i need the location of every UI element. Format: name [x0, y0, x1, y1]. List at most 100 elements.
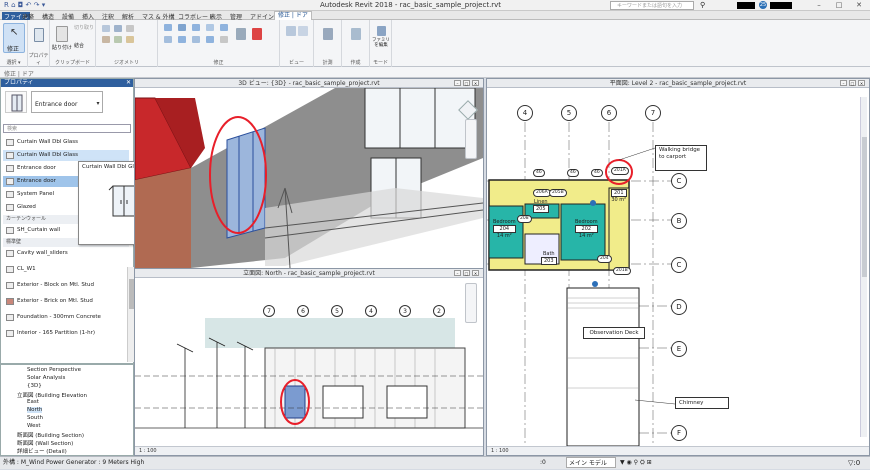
scrollbar[interactable] [127, 267, 134, 362]
cut-geometry-icon[interactable] [114, 25, 122, 32]
browser-item[interactable]: {3D} [27, 383, 42, 389]
pin-icon[interactable] [236, 28, 246, 40]
grid-bubble[interactable]: F [671, 425, 687, 441]
paint-icon[interactable] [126, 36, 134, 43]
door-tag[interactable]: 46 [567, 169, 579, 177]
maximize-icon[interactable]: □ [463, 80, 470, 86]
grid-bubble[interactable]: D [671, 299, 687, 315]
split-face-icon[interactable] [114, 36, 122, 43]
type-list-item[interactable]: CL_W1 [3, 264, 129, 275]
door-tag[interactable]: 204 [597, 255, 612, 263]
split-icon[interactable] [220, 24, 228, 31]
copy-icon[interactable] [178, 36, 186, 43]
mirror-icon[interactable] [192, 24, 200, 31]
door-tag[interactable]: 205B [549, 189, 567, 197]
search-icon[interactable]: ⚲ [700, 1, 705, 9]
trim-icon[interactable] [206, 36, 214, 43]
note-walking-bridge[interactable]: Walking bridge to carport [655, 145, 707, 171]
browser-item[interactable]: North [27, 407, 43, 413]
filter-count-icon[interactable]: ▽:0 [848, 457, 860, 469]
join-geometry-icon[interactable] [102, 36, 110, 43]
close-icon[interactable]: ✕ [472, 270, 479, 276]
grid-bubble[interactable]: 4 [517, 105, 533, 121]
grid-bubble[interactable]: B [671, 213, 687, 229]
align-icon[interactable] [164, 24, 172, 31]
delete-icon[interactable] [252, 28, 262, 40]
rotate-icon[interactable] [192, 36, 200, 43]
array-icon[interactable] [220, 36, 228, 43]
close-icon[interactable]: ✕ [472, 80, 479, 86]
grid-bubble[interactable]: 5 [561, 105, 577, 121]
override-icon[interactable] [298, 26, 308, 36]
view-3d[interactable]: 3D ビュー: {3D} - rac_basic_sample_project.… [134, 78, 484, 268]
cope-icon[interactable] [102, 25, 110, 32]
scrollbar[interactable] [860, 97, 867, 437]
grid-bubble[interactable]: 2 [433, 305, 445, 317]
minimize-icon[interactable]: – [810, 0, 828, 10]
browser-item[interactable]: Solar Analysis [27, 375, 65, 381]
browser-item[interactable]: West [27, 423, 41, 429]
grid-bubble[interactable]: 7 [645, 105, 661, 121]
type-list-item[interactable]: Foundation - 300mm Concrete [3, 312, 129, 323]
door-tag[interactable]: 208 [517, 215, 532, 223]
create-group-icon[interactable] [351, 28, 361, 40]
mirror-draw-icon[interactable] [206, 24, 214, 31]
note-observation-deck[interactable]: Observation Deck [583, 327, 645, 339]
hide-icon[interactable] [286, 26, 296, 36]
offset-icon[interactable] [178, 24, 186, 31]
type-list-item[interactable]: Interior - 165 Partition (1-hr) [3, 328, 129, 339]
grid-bubble[interactable]: 7 [263, 305, 275, 317]
main-model-select[interactable]: メイン モデル [566, 457, 616, 468]
type-filter-input[interactable]: 検索 [3, 124, 131, 133]
grid-bubble[interactable]: E [671, 341, 687, 357]
measure-icon[interactable] [323, 28, 333, 40]
room-tag[interactable]: Linen 205 [533, 199, 549, 213]
grid-bubble[interactable]: 6 [297, 305, 309, 317]
maximize-icon[interactable]: □ [463, 270, 470, 276]
browser-item[interactable]: 断面図 (Wall Section) [17, 439, 73, 447]
note-chimney[interactable]: Chimney [675, 397, 729, 409]
door-tag[interactable]: 201B [613, 267, 631, 275]
room-tag[interactable]: Bedroom 204 14 m² [493, 219, 516, 239]
chevron-down-icon[interactable]: ▾ [93, 97, 103, 111]
browser-item[interactable]: 立面図 (Building Elevation [17, 391, 87, 399]
type-list-item[interactable]: Curtain Wall Dbl Glass [3, 137, 129, 148]
browser-item[interactable]: East [27, 399, 39, 405]
browser-item[interactable]: 詳細ビュー (Detail) [17, 447, 67, 455]
paste-icon[interactable] [56, 26, 68, 42]
view-plan[interactable]: 平面図: Level 2 - rac_basic_sample_project.… [486, 78, 870, 456]
door-tag[interactable]: 46 [591, 169, 603, 177]
minimize-icon[interactable]: – [454, 270, 461, 276]
modify-button[interactable]: ↖ 修正 [3, 23, 25, 53]
grid-bubble[interactable]: 4 [365, 305, 377, 317]
grid-bubble[interactable]: 3 [399, 305, 411, 317]
search-input[interactable]: キーワードまたは語句を入力 [610, 1, 694, 10]
quick-access-toolbar[interactable]: R ⌂ ◘ ↶ ↷ ▾ [4, 1, 45, 9]
browser-item[interactable]: Section Perspective [27, 367, 81, 373]
room-tag[interactable]: 201 30 m² [611, 189, 627, 203]
edit-family-icon[interactable] [377, 26, 386, 36]
navigation-bar[interactable] [465, 283, 477, 323]
properties-icon[interactable] [34, 28, 44, 42]
view-elevation[interactable]: 立面図: North - rac_basic_sample_project.rv… [134, 268, 484, 456]
navigation-bar[interactable] [465, 119, 477, 159]
type-list-item[interactable]: Exterior - Block on Mtl. Stud [3, 280, 129, 291]
close-icon[interactable]: ✕ [850, 0, 868, 10]
browser-item[interactable]: South [27, 415, 43, 421]
door-tag[interactable]: 46 [533, 169, 545, 177]
door-tag[interactable]: 201A [611, 167, 629, 175]
grid-bubble[interactable]: C [671, 257, 687, 273]
room-tag[interactable]: Bedroom 202 14 m² [575, 219, 598, 239]
close-icon[interactable]: ✕ [858, 80, 865, 86]
type-list-item[interactable]: Cavity wall_sliders [3, 248, 129, 259]
scale-label[interactable]: 1 : 100 [491, 448, 509, 454]
move-icon[interactable] [164, 36, 172, 43]
minimize-icon[interactable]: – [454, 80, 461, 86]
grid-bubble[interactable]: C [671, 173, 687, 189]
maximize-icon[interactable]: □ [830, 0, 848, 10]
notification-badge[interactable]: 25 [759, 1, 767, 9]
type-list-item[interactable]: Curtain Wall Dbl Glass [3, 150, 129, 161]
uncut-icon[interactable] [126, 25, 134, 32]
grid-bubble[interactable]: 5 [331, 305, 343, 317]
scale-label[interactable]: 1 : 100 [139, 448, 157, 454]
